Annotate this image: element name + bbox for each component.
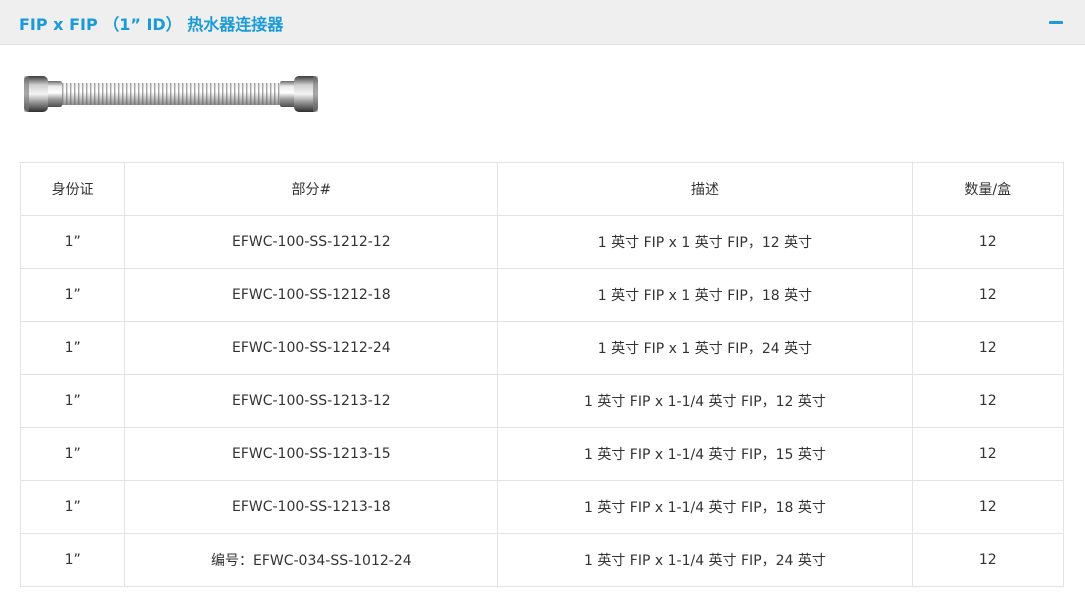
cell-description: 1 英寸 FIP x 1-1/4 英寸 FIP，12 英寸 [497,374,913,428]
cell-part: EFWC-100-SS-1213-15 [124,427,499,481]
table-row: 1” EFWC-100-SS-1213-15 1 英寸 FIP x 1-1/4 … [19,427,1065,481]
cell-id: 1” [19,480,126,534]
table-row: 1” 编号：EFWC-034-SS-1012-24 1 英寸 FIP x 1-1… [19,533,1065,587]
cell-quantity: 12 [911,321,1065,375]
left-nut-edge [24,76,29,112]
cell-part: EFWC-100-SS-1212-18 [124,268,499,322]
product-panel: FIP x FIP （1” ID） 热水器连接器 身份证 部分# 描述 数量/盒… [0,0,1085,615]
hose-body [58,83,284,105]
cell-id: 1” [19,268,126,322]
cell-description: 1 英寸 FIP x 1 英寸 FIP，18 英寸 [497,268,913,322]
minus-icon [1049,21,1063,24]
header-part: 部分# [124,162,499,216]
cell-part: EFWC-100-SS-1213-12 [124,374,499,428]
cell-quantity: 12 [911,215,1065,269]
cell-description: 1 英寸 FIP x 1-1/4 英寸 FIP，24 英寸 [497,533,913,587]
panel-header[interactable]: FIP x FIP （1” ID） 热水器连接器 [0,0,1085,45]
right-collar [280,81,296,107]
header-quantity: 数量/盒 [911,162,1065,216]
product-image [24,76,318,112]
cell-id: 1” [19,321,126,375]
cell-quantity: 12 [911,427,1065,481]
left-collar [46,81,62,107]
cell-id: 1” [19,374,126,428]
cell-quantity: 12 [911,480,1065,534]
cell-description: 1 英寸 FIP x 1-1/4 英寸 FIP，15 英寸 [497,427,913,481]
cell-id: 1” [19,533,126,587]
cell-quantity: 12 [911,268,1065,322]
cell-description: 1 英寸 FIP x 1 英寸 FIP，24 英寸 [497,321,913,375]
cell-part: EFWC-100-SS-1213-18 [124,480,499,534]
cell-part: EFWC-100-SS-1212-12 [124,215,499,269]
cell-quantity: 12 [911,533,1065,587]
table-row: 1” EFWC-100-SS-1212-24 1 英寸 FIP x 1 英寸 F… [19,321,1065,375]
cell-quantity: 12 [911,374,1065,428]
table-row: 1” EFWC-100-SS-1213-12 1 英寸 FIP x 1-1/4 … [19,374,1065,428]
table-row: 1” EFWC-100-SS-1212-12 1 英寸 FIP x 1 英寸 F… [19,215,1065,269]
cell-description: 1 英寸 FIP x 1 英寸 FIP，12 英寸 [497,215,913,269]
table-row: 1” EFWC-100-SS-1212-18 1 英寸 FIP x 1 英寸 F… [19,268,1065,322]
cell-part: 编号：EFWC-034-SS-1012-24 [124,533,499,587]
panel-title[interactable]: FIP x FIP （1” ID） 热水器连接器 [19,11,283,35]
header-id: 身份证 [19,162,126,216]
header-description: 描述 [497,162,913,216]
table-row: 1” EFWC-100-SS-1213-18 1 英寸 FIP x 1-1/4 … [19,480,1065,534]
table-header-row: 身份证 部分# 描述 数量/盒 [19,162,1065,216]
cell-description: 1 英寸 FIP x 1-1/4 英寸 FIP，18 英寸 [497,480,913,534]
cell-id: 1” [19,215,126,269]
cell-id: 1” [19,427,126,481]
right-nut-edge [313,76,318,112]
collapse-button[interactable] [1047,10,1065,32]
cell-part: EFWC-100-SS-1212-24 [124,321,499,375]
spec-table: 身份证 部分# 描述 数量/盒 1” EFWC-100-SS-1212-12 1… [19,162,1065,587]
